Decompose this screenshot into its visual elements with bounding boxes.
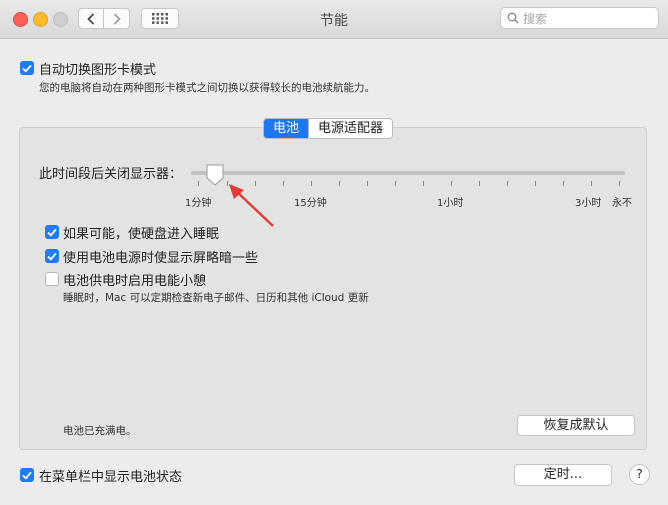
power-source-tabs: 电池 电源适配器: [263, 118, 394, 139]
power-nap-description: 睡眠时，Mac 可以定期检查新电子邮件、日历和其他 iCloud 更新: [63, 292, 369, 304]
slider-tick-label: 3小时: [575, 198, 602, 209]
dim-display-checkbox[interactable]: [45, 249, 59, 263]
show-battery-menubar-label: 在菜单栏中显示电池状态: [39, 470, 183, 485]
search-placeholder: 搜索: [523, 11, 548, 26]
disk-sleep-label: 如果可能，使硬盘进入睡眠: [63, 227, 220, 242]
disk-sleep-checkbox[interactable]: [45, 225, 59, 239]
slider-tick: [395, 181, 396, 186]
slider-tick: [283, 181, 284, 186]
auto-graphics-label: 自动切换图形卡模式: [39, 63, 157, 78]
tab-power-adapter[interactable]: 电源适配器: [308, 119, 392, 138]
slider-tick: [479, 181, 480, 186]
title-bar: 节能 搜索: [0, 0, 668, 39]
slider-tick: [507, 181, 508, 186]
slider-tick: [535, 181, 536, 186]
slider-tick-label: 永不: [612, 198, 632, 209]
schedule-button[interactable]: 定时...: [514, 464, 612, 486]
slider-tick-label: 1小时: [437, 198, 464, 209]
display-sleep-slider-track[interactable]: [191, 171, 625, 175]
display-sleep-label: 此时间段后关闭显示器：: [39, 167, 183, 182]
restore-defaults-button[interactable]: 恢复成默认: [517, 415, 635, 436]
slider-tick: [339, 181, 340, 186]
slider-tick: [198, 181, 199, 186]
power-nap-checkbox[interactable]: [45, 272, 59, 286]
slider-tick: [619, 181, 620, 186]
show-battery-menubar-checkbox[interactable]: [20, 468, 34, 482]
slider-tick: [423, 181, 424, 186]
annotation-arrow-icon: [229, 184, 274, 227]
power-nap-label: 电池供电时启用电能小憩: [63, 274, 207, 289]
battery-status-text: 电池已充满电。: [63, 425, 137, 437]
help-button[interactable]: ?: [629, 464, 650, 485]
auto-graphics-checkbox[interactable]: [20, 61, 34, 75]
auto-graphics-description: 您的电脑将自动在两种图形卡模式之间切换以获得较长的电池续航能力。: [39, 82, 375, 94]
checkmark-icon: [22, 64, 32, 73]
slider-tick: [563, 181, 564, 186]
checkmark-icon: [47, 228, 57, 237]
slider-tick: [591, 181, 592, 186]
slider-tick: [311, 181, 312, 186]
slider-tick: [451, 181, 452, 186]
tab-battery[interactable]: 电池: [264, 119, 309, 138]
checkmark-icon: [22, 471, 32, 480]
slider-tick-label: 1分钟: [185, 198, 212, 209]
slider-tick: [367, 181, 368, 186]
dim-display-label: 使用电池电源时使显示屏略暗一些: [63, 251, 259, 266]
search-icon: [507, 12, 519, 24]
search-field[interactable]: 搜索: [500, 7, 659, 29]
slider-tick-label: 15分钟: [294, 198, 327, 209]
checkmark-icon: [47, 252, 57, 261]
